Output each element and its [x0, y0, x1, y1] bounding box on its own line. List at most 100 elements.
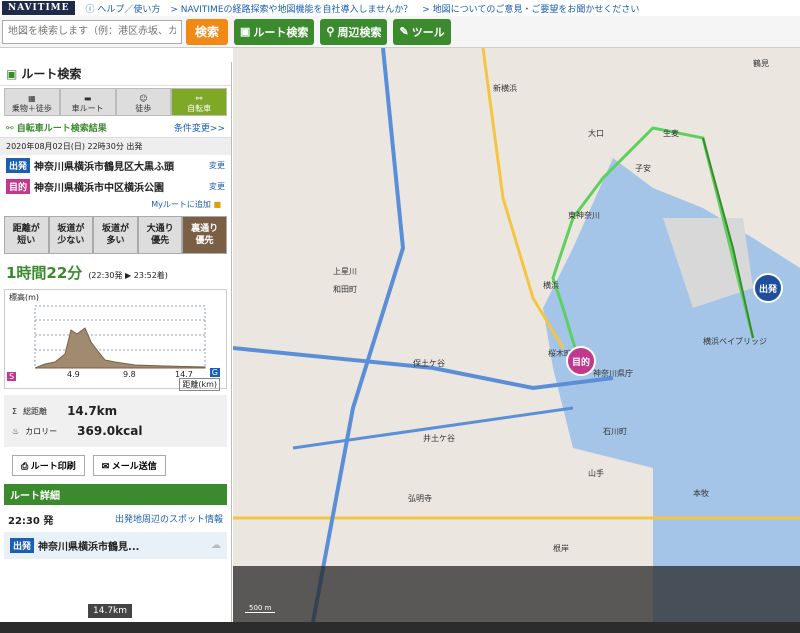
duration-detail: (22:30発 ▶ 23:52着) — [88, 271, 168, 280]
destination-change-link[interactable]: 変更 — [209, 181, 225, 192]
map-label: 子安 — [635, 164, 651, 173]
help-link[interactable]: ⓘ ヘルプ／使い方 — [85, 2, 160, 15]
elevation-graph — [34, 305, 206, 369]
map-label: 鶴見 — [753, 59, 769, 68]
route-search-icon: ▣ — [6, 66, 18, 81]
map-label: 弘明寺 — [408, 494, 432, 503]
top-bar: NAVITIME ⓘ ヘルプ／使い方 > NAVITIMEの経路探索や地図機能を… — [0, 0, 800, 16]
map-search-input[interactable] — [2, 19, 182, 44]
transport-modes: ▦ 乗物＋徒歩 ▬ 車ルート ☺ 徒歩 ⚯ 自転車 — [4, 88, 227, 116]
map-label: 大口 — [588, 129, 604, 138]
calorie-value: 369.0kcal — [77, 424, 143, 438]
cloud-icon: ☁ — [211, 540, 221, 551]
result-header: ⚯ 自転車ルート検索結果 条件変更>> — [0, 118, 231, 138]
destination-name: 神奈川県横浜市中区横浜公園 — [34, 183, 165, 194]
duration-value: 1時間22分 — [6, 264, 83, 282]
origin-name: 神奈川県横浜市鶴見区大黒ふ頭 — [34, 162, 175, 173]
mode-walk[interactable]: ☺ 徒歩 — [115, 88, 172, 116]
star-icon: ■ — [213, 200, 221, 209]
walker-icon: ☺ — [139, 94, 148, 103]
nearby-search-button[interactable]: ⚲ 周辺検索 — [320, 18, 388, 45]
elevation-chart: 標高(m) S 4.9 9.8 14.7 G 距離(km) — [4, 289, 227, 391]
map-label: 本牧 — [693, 489, 709, 498]
route-sidebar: ▣ ルート検索 ▦ 乗物＋徒歩 ▬ 車ルート ☺ 徒歩 ⚯ 自転車 ⚯ 自転車ルート検索結… — [0, 62, 232, 622]
map-label: 上星川 — [333, 267, 357, 276]
map-view[interactable]: 新横浜 大口 生麦 子安 東神奈川 横浜 神奈川県庁 石川町 保土ケ谷 山手 根… — [233, 48, 800, 622]
mode-transit[interactable]: ▦ 乗物＋徒歩 — [4, 88, 60, 116]
total-distance: 14.7km — [67, 404, 118, 418]
route-detail-header: ルート詳細 — [4, 484, 227, 505]
start-marker[interactable]: 出発 — [753, 273, 783, 303]
bicycle-icon: ⚯ — [195, 94, 203, 103]
option-back-streets[interactable]: 裏通り 優先 — [182, 216, 227, 254]
map-canvas — [233, 48, 800, 622]
search-button[interactable]: 検索 — [186, 18, 228, 45]
origin-change-link[interactable]: 変更 — [209, 160, 225, 171]
departure-time: 22:30 発 — [8, 516, 54, 527]
nearby-spots-link[interactable]: 出発地周辺のスポット情報 — [115, 512, 223, 527]
map-label: 山手 — [588, 469, 604, 478]
printer-icon: ⎙ — [21, 461, 29, 471]
map-label: 東神奈川 — [568, 211, 600, 220]
distance-row: Σ 総距離 14.7km — [12, 404, 118, 418]
map-bottom-overlay — [233, 566, 800, 622]
distance-axis-label: 距離(km) — [179, 378, 220, 391]
route-icon: ▣ — [240, 26, 251, 38]
sidebar-title: ▣ ルート検索 — [0, 62, 231, 86]
departure-place: 出発 神奈川県横浜市鶴見... ☁ — [4, 532, 227, 559]
change-conditions-link[interactable]: 条件変更>> — [174, 121, 225, 134]
map-label: 新横浜 — [493, 84, 517, 93]
route-actions: ⎙ ルート印刷 ✉ メール送信 — [12, 455, 219, 476]
elevation-start-marker: S — [7, 372, 17, 381]
map-label: 石川町 — [603, 427, 627, 436]
calorie-row: ♨ カロリー 369.0kcal — [12, 424, 143, 438]
sigma-icon: Σ — [12, 406, 18, 416]
origin-row: 出発 神奈川県横浜市鶴見区大黒ふ頭 変更 — [0, 155, 231, 176]
map-label: 保土ケ谷 — [413, 359, 445, 368]
map-scale: 500 m — [245, 604, 276, 613]
departure-place-name: 神奈川県横浜市鶴見... — [38, 542, 140, 553]
origin-tag: 出発 — [6, 158, 31, 173]
tools-button[interactable]: ✎ ツール — [393, 18, 451, 45]
departure-tag: 出発 — [10, 538, 35, 553]
option-shortest[interactable]: 距離が 短い — [4, 216, 49, 254]
mode-bicycle[interactable]: ⚯ 自転車 — [171, 88, 227, 116]
train-icon: ▦ — [28, 94, 36, 103]
elevation-goal-marker: G — [209, 368, 220, 377]
goal-marker[interactable]: 目的 — [566, 346, 596, 376]
mode-car[interactable]: ▬ 車ルート — [59, 88, 116, 116]
mail-icon: ✉ — [101, 461, 110, 471]
map-label: 和田町 — [333, 285, 357, 294]
distance-tooltip: 14.7km — [88, 604, 133, 618]
route-stats: Σ 総距離 14.7km ♨ カロリー 369.0kcal — [4, 395, 227, 447]
print-route-button[interactable]: ⎙ ルート印刷 — [12, 455, 85, 476]
departure-row: 22:30 発 出発地周辺のスポット情報 — [0, 509, 231, 530]
departure-datetime: 2020年08月02日(日) 22時30分 出発 — [0, 138, 231, 155]
mail-route-button[interactable]: ✉ メール送信 — [92, 455, 166, 476]
magnifier-icon: ⚲ — [326, 26, 335, 38]
add-myroute-link[interactable]: Myルートに追加 ■ — [0, 197, 231, 212]
map-label: 神奈川県庁 — [593, 369, 633, 378]
bicycle-icon: ⚯ — [6, 124, 14, 134]
flame-icon: ♨ — [12, 426, 20, 436]
option-main-roads[interactable]: 大通り 優先 — [137, 216, 183, 254]
map-label: 井土ケ谷 — [423, 434, 455, 443]
map-label: 根岸 — [553, 544, 569, 553]
result-title: ⚯ 自転車ルート検索結果 — [6, 124, 107, 134]
os-taskbar — [0, 622, 800, 633]
option-few-slopes[interactable]: 坂道が 少ない — [48, 216, 94, 254]
route-duration: 1時間22分 (22:30発 ▶ 23:52着) — [0, 258, 231, 287]
wrench-icon: ✎ — [399, 26, 409, 38]
destination-tag: 目的 — [6, 179, 31, 194]
map-label: 横浜 — [543, 281, 559, 290]
business-link[interactable]: > NAVITIMEの経路探索や地図機能を自社導入しませんか？ — [170, 2, 412, 15]
car-icon: ▬ — [83, 94, 92, 103]
destination-row: 目的 神奈川県横浜市中区横浜公園 変更 — [0, 176, 231, 197]
map-label: 横浜ベイブリッジ — [703, 337, 767, 346]
feedback-link[interactable]: > 地図についてのご意見・ご要望をお聞かせください — [422, 2, 639, 15]
navitime-logo[interactable]: NAVITIME — [2, 1, 76, 15]
route-search-button[interactable]: ▣ ルート検索 — [234, 18, 315, 45]
elevation-tick-2: 9.8 — [123, 370, 136, 379]
option-many-slopes[interactable]: 坂道が 多い — [93, 216, 138, 254]
route-options: 距離が 短い 坂道が 少ない 坂道が 多い 大通り 優先 裏通り 優先 — [4, 216, 227, 254]
